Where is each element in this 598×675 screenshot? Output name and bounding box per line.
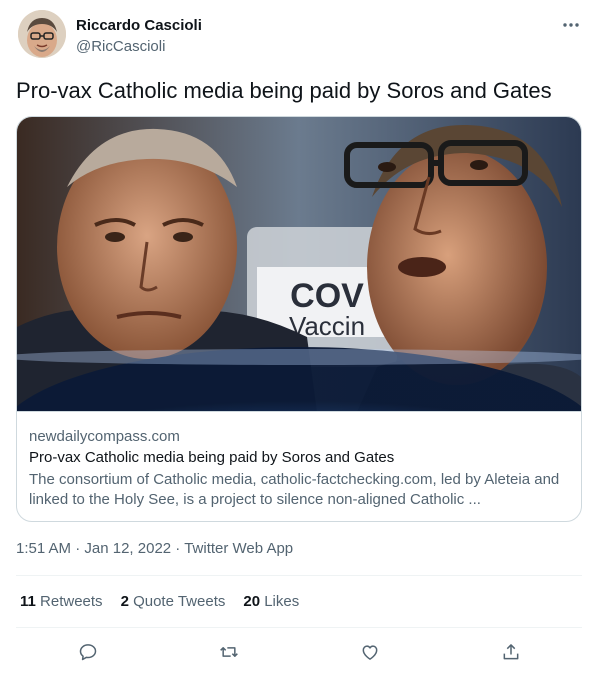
retweets-count: 11 (20, 593, 36, 610)
heart-icon (362, 645, 378, 660)
tweet-time[interactable]: 1:51 AM (16, 540, 71, 557)
reply-icon (79, 644, 97, 661)
action-bar (16, 638, 582, 666)
link-preview-card[interactable]: COV Vaccin newdailycompass.com Pro-vax C… (16, 116, 582, 522)
author-name[interactable]: Riccardo Cascioli (76, 17, 202, 34)
meta-separator: · (171, 540, 185, 557)
tweet-header: Riccardo Cascioli @RicCascioli (18, 10, 582, 62)
tweet-date[interactable]: Jan 12, 2022 (84, 540, 171, 557)
divider (16, 575, 582, 576)
share-icon (503, 644, 519, 660)
avatar-photo (18, 10, 66, 58)
reply-button[interactable] (74, 638, 102, 666)
author-handle[interactable]: @RicCascioli (76, 38, 165, 55)
divider (16, 627, 582, 628)
card-description: The consortium of Catholic media, cathol… (29, 471, 560, 508)
tweet-text: Pro-vax Catholic media being paid by Sor… (16, 78, 552, 103)
like-button[interactable] (356, 638, 384, 666)
avatar[interactable] (18, 10, 66, 58)
meta-separator: · (71, 540, 85, 557)
tweet-meta: 1:51 AM · Jan 12, 2022 · Twitter Web App (16, 540, 293, 557)
retweets-label: Retweets (40, 593, 103, 610)
card-domain: newdailycompass.com (29, 428, 180, 445)
likes-stat[interactable]: 20 Likes (243, 593, 299, 610)
more-options-button[interactable] (560, 14, 582, 36)
source-app[interactable]: Twitter Web App (184, 540, 293, 557)
card-image[interactable]: COV Vaccin (17, 117, 581, 412)
more-horizontal-icon (563, 23, 579, 27)
card-title: Pro-vax Catholic media being paid by Sor… (29, 449, 395, 466)
quotes-label: Quote Tweets (133, 593, 226, 610)
quote-tweets-stat[interactable]: 2 Quote Tweets (121, 593, 226, 610)
likes-label: Likes (264, 593, 300, 610)
vial-label-line1: COV (290, 277, 364, 315)
quotes-count: 2 (120, 593, 129, 610)
retweet-icon (220, 647, 238, 657)
retweets-stat[interactable]: 11 Retweets (20, 593, 103, 610)
engagement-stats: 11 Retweets 2 Quote Tweets 20 Likes (20, 593, 299, 610)
likes-count: 20 (243, 593, 261, 610)
retweet-button[interactable] (215, 638, 243, 666)
card-photo: COV Vaccin (17, 117, 581, 411)
share-button[interactable] (497, 638, 525, 666)
